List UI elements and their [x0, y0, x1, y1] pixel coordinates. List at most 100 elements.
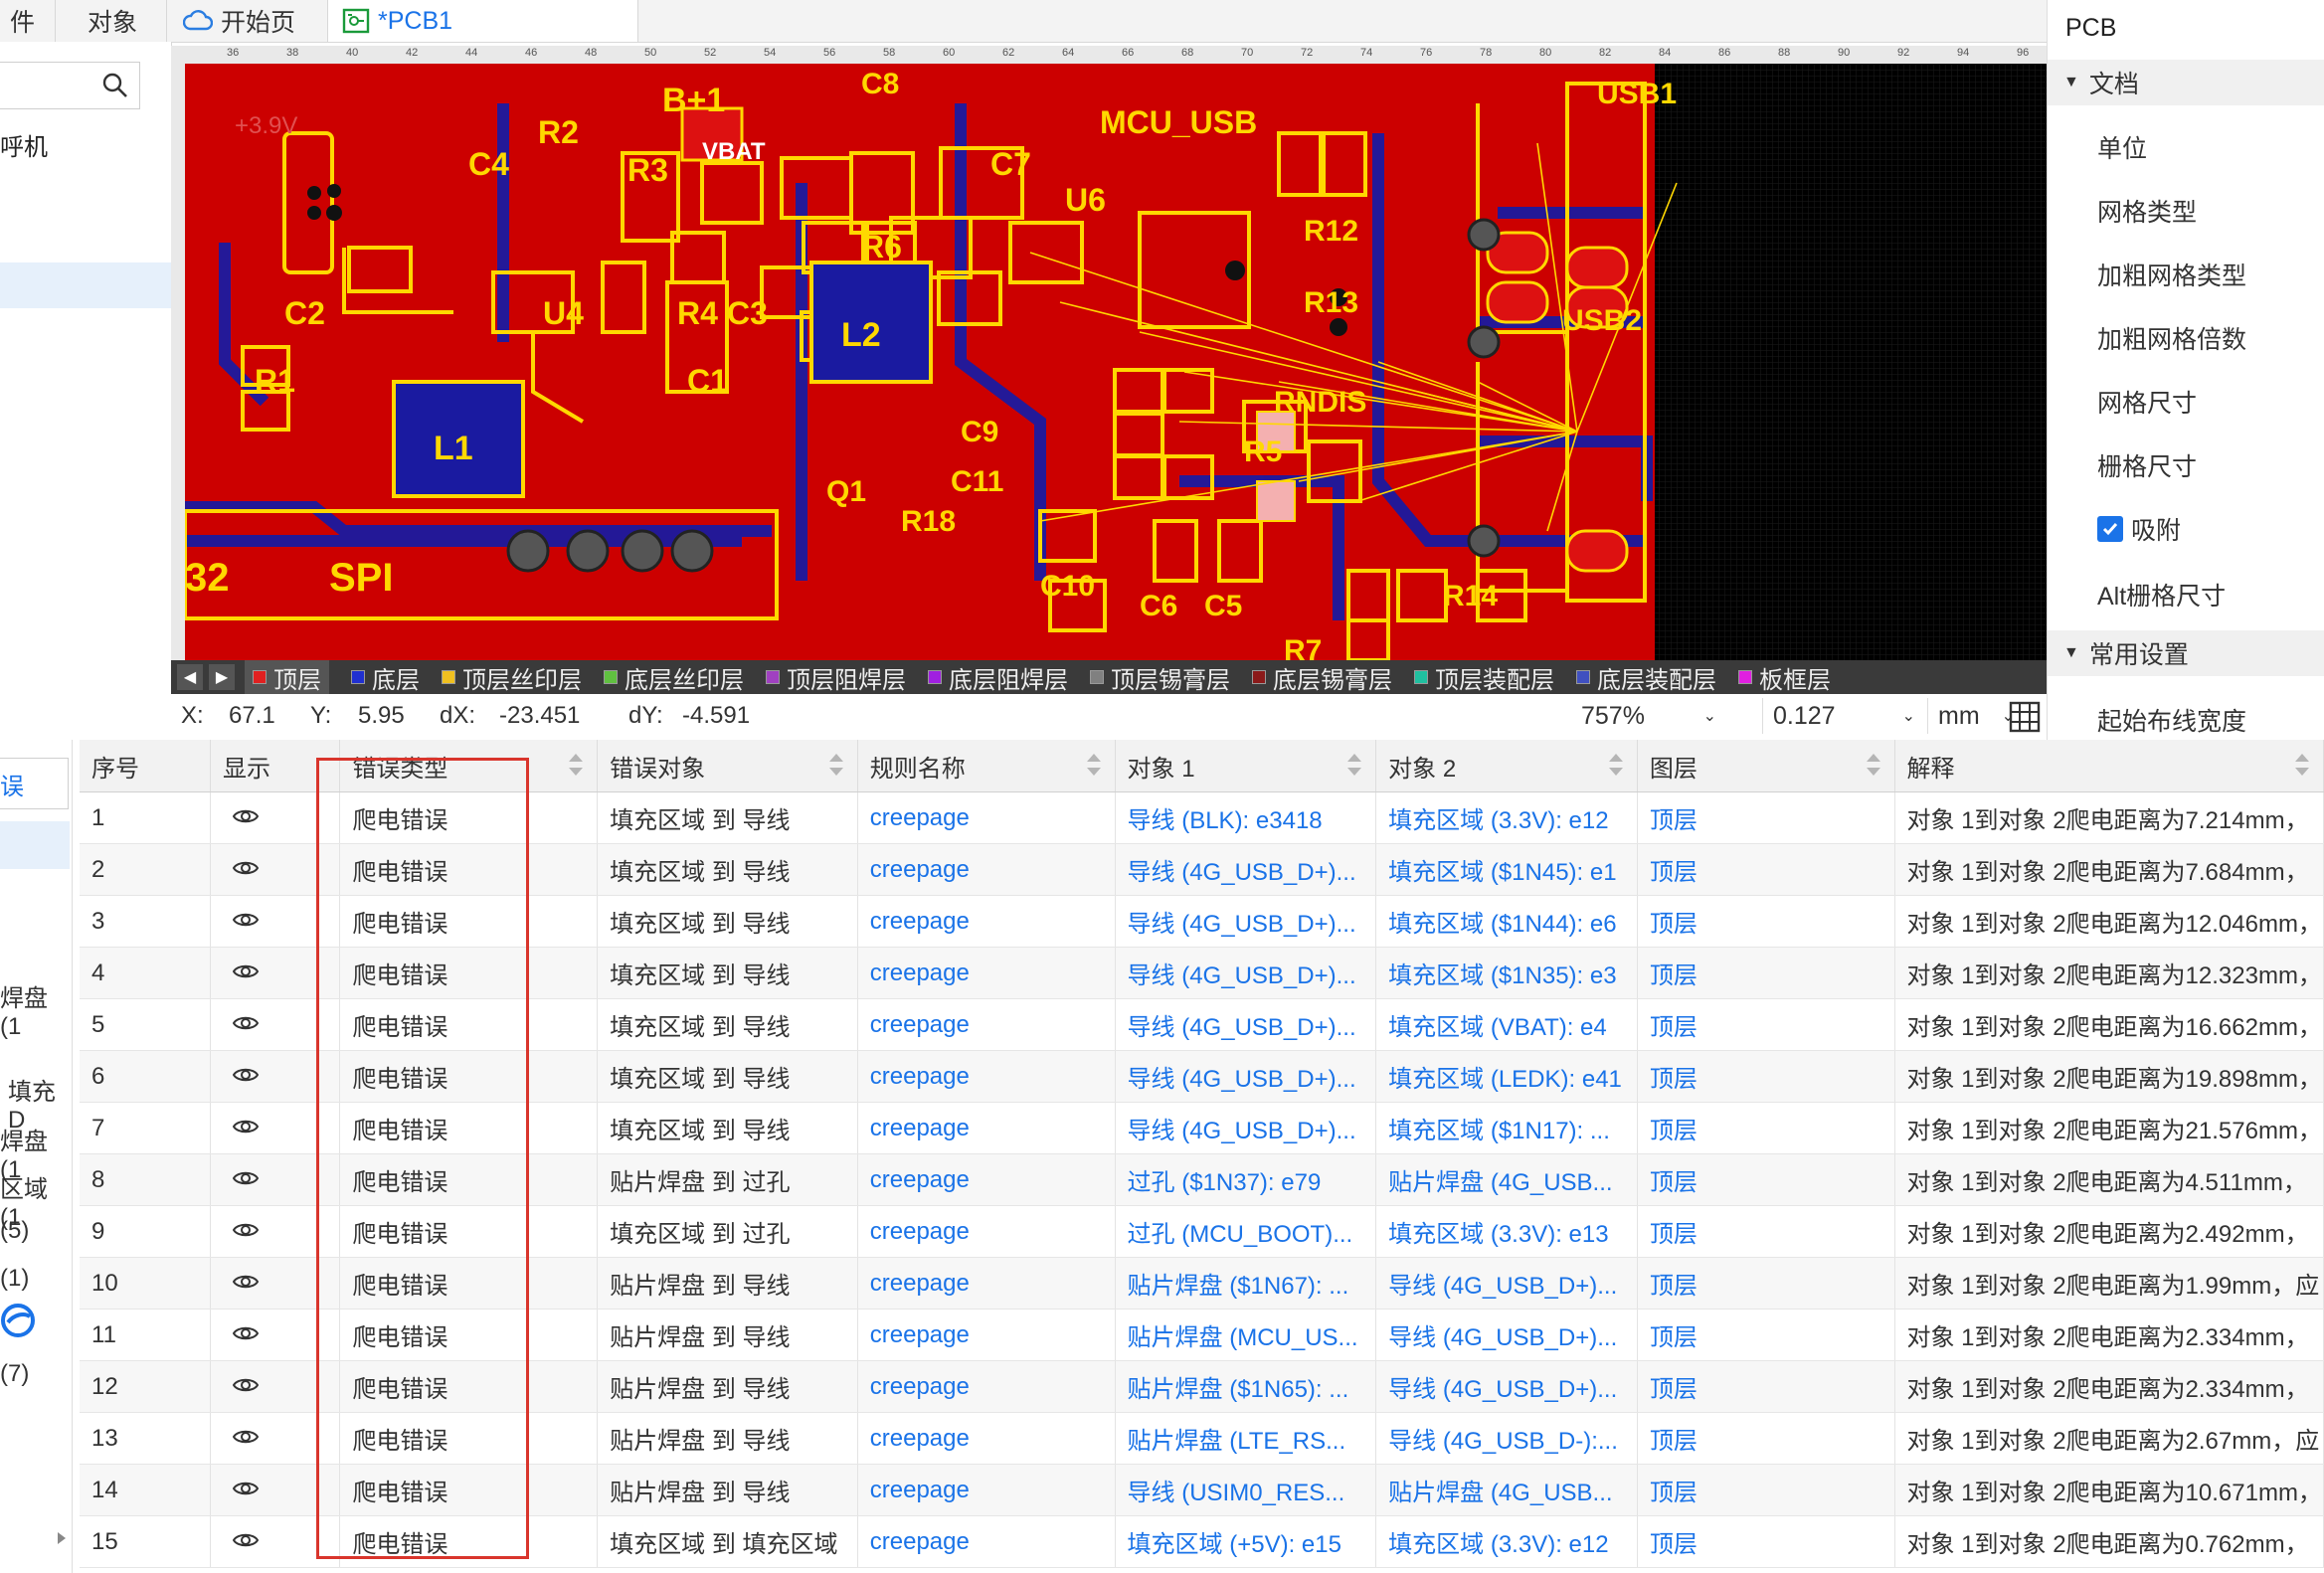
drc-tree-tab[interactable]: 误: [0, 758, 69, 809]
pcb-drawing[interactable]: B+1 VBAT C8 MCU_USB USB1 R2 C4 R3 C7 U6 R6 R12 C2 U4 R…: [185, 64, 2047, 660]
cell-rule-name[interactable]: creepage: [857, 1257, 1116, 1310]
tab-pcb1[interactable]: *PCB1: [328, 0, 638, 42]
cell-rule-name[interactable]: creepage: [857, 895, 1116, 948]
cell-object2[interactable]: 贴片焊盘 (4G_USB...: [1375, 1153, 1638, 1206]
cell-object1[interactable]: 贴片焊盘 ($1N65): ...: [1115, 1360, 1377, 1413]
cell-object1[interactable]: 导线 (4G_USB_D+)...: [1115, 1102, 1377, 1154]
cell-rule-name[interactable]: creepage: [857, 1412, 1116, 1465]
cell-object1[interactable]: 过孔 ($1N37): e79: [1115, 1153, 1377, 1206]
cell-object1[interactable]: 填充区域 (+5V): e15: [1115, 1515, 1377, 1568]
eye-icon[interactable]: [232, 1169, 259, 1187]
column-header[interactable]: 对象 2: [1375, 740, 1638, 792]
eye-icon[interactable]: [232, 859, 259, 877]
cell-object2[interactable]: 填充区域 (LEDK): e41: [1375, 1050, 1638, 1103]
cell-layer[interactable]: 顶层: [1637, 1257, 1895, 1310]
cell-rule-name[interactable]: creepage: [857, 1464, 1116, 1516]
cell-object2[interactable]: 贴片焊盘 (4G_USB...: [1375, 1464, 1638, 1516]
cell-object2[interactable]: 填充区域 ($1N17): ...: [1375, 1102, 1638, 1154]
cell-object1[interactable]: 导线 (BLK): e3418: [1115, 791, 1377, 844]
sort-icon[interactable]: [827, 752, 845, 778]
drc-tree-item[interactable]: (1): [0, 1265, 29, 1293]
cell-object2[interactable]: 填充区域 (3.3V): e12: [1375, 791, 1638, 844]
column-header[interactable]: 规则名称: [857, 740, 1116, 792]
eye-icon[interactable]: [232, 911, 259, 929]
cell-rule-name[interactable]: creepage: [857, 947, 1116, 999]
cell-rule-name[interactable]: creepage: [857, 1360, 1116, 1413]
eye-icon[interactable]: [232, 1221, 259, 1239]
snap-checkbox[interactable]: 吸附: [2097, 511, 2181, 547]
cell-layer[interactable]: 顶层: [1637, 791, 1895, 844]
cell-layer[interactable]: 顶层: [1637, 895, 1895, 948]
layer-item[interactable]: 顶层丝印层: [442, 660, 582, 694]
cell-object1[interactable]: 贴片焊盘 (MCU_US...: [1115, 1309, 1377, 1361]
cell-object2[interactable]: 导线 (4G_USB_D+)...: [1375, 1360, 1638, 1413]
eye-icon[interactable]: [232, 1376, 259, 1394]
cell-layer[interactable]: 顶层: [1637, 1360, 1895, 1413]
cell-layer[interactable]: 顶层: [1637, 1153, 1895, 1206]
cell-layer[interactable]: 顶层: [1637, 947, 1895, 999]
cell-object2[interactable]: 填充区域 ($1N35): e3: [1375, 947, 1638, 999]
eye-icon[interactable]: [232, 962, 259, 980]
layer-item[interactable]: 顶层: [245, 660, 329, 694]
cell-object1[interactable]: 过孔 (MCU_BOOT)...: [1115, 1205, 1377, 1258]
eye-icon[interactable]: [232, 1531, 259, 1549]
grid-toggle-icon[interactable]: [2009, 701, 2041, 740]
drc-tree-item[interactable]: (5): [0, 1217, 29, 1245]
layer-scroll-left-button[interactable]: ◀: [177, 664, 203, 690]
cell-layer[interactable]: 顶层: [1637, 1464, 1895, 1516]
cell-rule-name[interactable]: creepage: [857, 791, 1116, 844]
cell-object1[interactable]: 贴片焊盘 ($1N67): ...: [1115, 1257, 1377, 1310]
layer-item[interactable]: 底层锡膏层: [1252, 660, 1392, 694]
cell-layer[interactable]: 顶层: [1637, 1412, 1895, 1465]
cell-rule-name[interactable]: creepage: [857, 1515, 1116, 1568]
cell-object2[interactable]: 填充区域 ($1N44): e6: [1375, 895, 1638, 948]
cell-rule-name[interactable]: creepage: [857, 1309, 1116, 1361]
sort-icon[interactable]: [2293, 752, 2311, 778]
cell-layer[interactable]: 顶层: [1637, 1050, 1895, 1103]
cell-layer[interactable]: 顶层: [1637, 1205, 1895, 1258]
drc-tree-selected[interactable]: [0, 821, 70, 869]
column-header[interactable]: 序号: [80, 740, 211, 792]
cell-object2[interactable]: 导线 (4G_USB_D+)...: [1375, 1257, 1638, 1310]
cell-rule-name[interactable]: creepage: [857, 1102, 1116, 1154]
eye-icon[interactable]: [232, 1014, 259, 1032]
zoom-select[interactable]: 757% ⌄: [1581, 698, 1728, 734]
cell-object1[interactable]: 导线 (4G_USB_D+)...: [1115, 998, 1377, 1051]
drc-tree-item[interactable]: 焊盘 (1: [0, 978, 72, 1041]
drc-tree-item[interactable]: (7): [0, 1360, 29, 1388]
eye-icon[interactable]: [232, 1428, 259, 1446]
cell-object2[interactable]: 填充区域 (3.3V): e12: [1375, 1515, 1638, 1568]
cell-rule-name[interactable]: creepage: [857, 1205, 1116, 1258]
left-search-input[interactable]: [0, 62, 140, 109]
cell-object2[interactable]: 填充区域 ($1N45): e1: [1375, 843, 1638, 896]
tab-object[interactable]: 对象: [56, 0, 167, 42]
cell-object2[interactable]: 导线 (4G_USB_D+)...: [1375, 1309, 1638, 1361]
cell-object1[interactable]: 导线 (USIM0_RES...: [1115, 1464, 1377, 1516]
section-document[interactable]: ▼ 文档: [2048, 60, 2324, 105]
tab-start-page[interactable]: 开始页: [167, 0, 328, 42]
layer-item[interactable]: 板框层: [1738, 660, 1831, 694]
cell-object1[interactable]: 导线 (4G_USB_D+)...: [1115, 1050, 1377, 1103]
cell-object2[interactable]: 填充区域 (VBAT): e4: [1375, 998, 1638, 1051]
column-header[interactable]: 错误对象: [597, 740, 858, 792]
cell-layer[interactable]: 顶层: [1637, 998, 1895, 1051]
column-header[interactable]: 解释: [1894, 740, 2324, 792]
cell-rule-name[interactable]: creepage: [857, 843, 1116, 896]
layer-item[interactable]: 顶层阻焊层: [766, 660, 906, 694]
eye-icon[interactable]: [232, 1066, 259, 1084]
tab-file[interactable]: 件: [0, 0, 56, 42]
eye-icon[interactable]: [232, 1118, 259, 1136]
column-header[interactable]: 对象 1: [1115, 740, 1377, 792]
cell-object1[interactable]: 导线 (4G_USB_D+)...: [1115, 843, 1377, 896]
cell-layer[interactable]: 顶层: [1637, 1309, 1895, 1361]
layer-item[interactable]: 顶层装配层: [1414, 660, 1554, 694]
cell-layer[interactable]: 顶层: [1637, 1515, 1895, 1568]
cell-object1[interactable]: 贴片焊盘 (LTE_RS...: [1115, 1412, 1377, 1465]
sort-icon[interactable]: [1345, 752, 1363, 778]
layer-item[interactable]: 底层装配层: [1576, 660, 1716, 694]
layer-item[interactable]: 底层丝印层: [604, 660, 744, 694]
sort-icon[interactable]: [1085, 752, 1103, 778]
eye-icon[interactable]: [232, 1324, 259, 1342]
eye-icon[interactable]: [232, 1480, 259, 1497]
layer-item[interactable]: 底层: [351, 660, 420, 694]
